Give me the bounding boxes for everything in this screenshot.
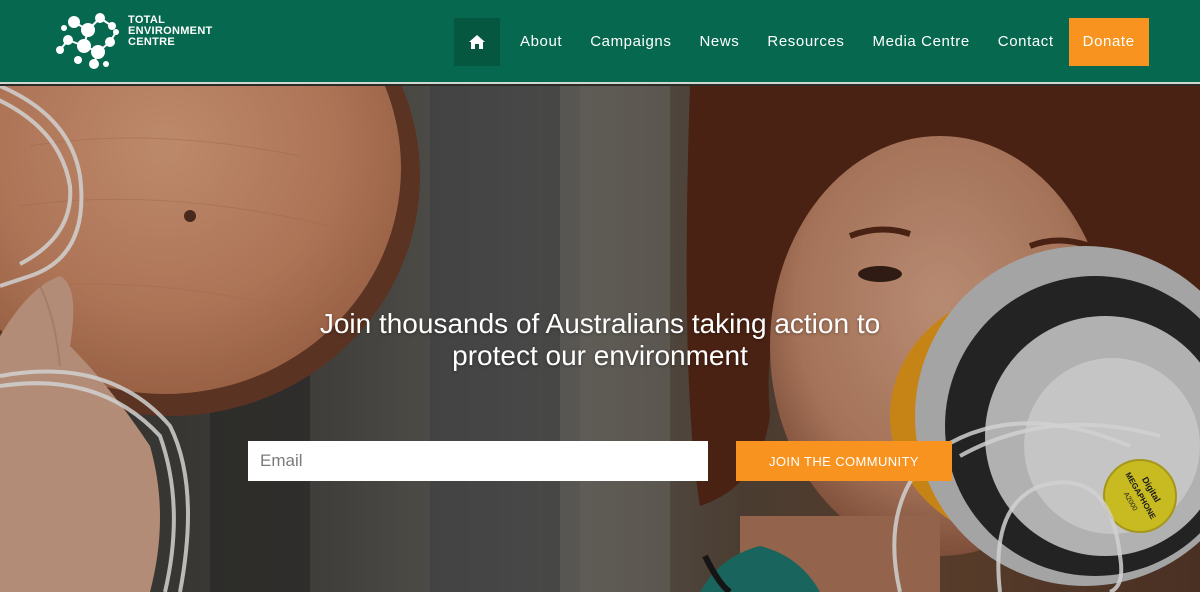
main-nav: About Campaigns News Resources Media Cen… — [454, 18, 1149, 66]
nav-item-about[interactable]: About — [506, 18, 576, 66]
nav-home-button[interactable] — [454, 18, 500, 66]
logo-wordmark: TOTAL ENVIRONMENT CENTRE — [128, 15, 213, 48]
nav-item-campaigns[interactable]: Campaigns — [576, 18, 685, 66]
logo-line-3: CENTRE — [128, 36, 176, 48]
hero-section: Digital MEGAPHONE A2000 Join thousands o… — [0, 86, 1200, 592]
nav-item-news[interactable]: News — [685, 18, 753, 66]
nav-item-resources[interactable]: Resources — [753, 18, 858, 66]
logo-icon — [56, 13, 119, 69]
home-icon — [469, 35, 485, 49]
hero-headline: Join thousands of Australians taking act… — [200, 308, 1000, 372]
site-header: TOTAL ENVIRONMENT CENTRE About Campaigns… — [0, 0, 1200, 84]
hero-headline-line-2: protect our environment — [452, 340, 748, 371]
email-input[interactable] — [248, 441, 708, 481]
site-logo[interactable]: TOTAL ENVIRONMENT CENTRE — [54, 8, 224, 72]
hero-headline-line-1: Join thousands of Australians taking act… — [319, 308, 881, 339]
nav-item-contact[interactable]: Contact — [984, 18, 1068, 66]
nav-item-media-centre[interactable]: Media Centre — [859, 18, 984, 66]
join-community-button[interactable]: JOIN THE COMMUNITY — [736, 441, 952, 481]
donate-button[interactable]: Donate — [1068, 18, 1149, 66]
